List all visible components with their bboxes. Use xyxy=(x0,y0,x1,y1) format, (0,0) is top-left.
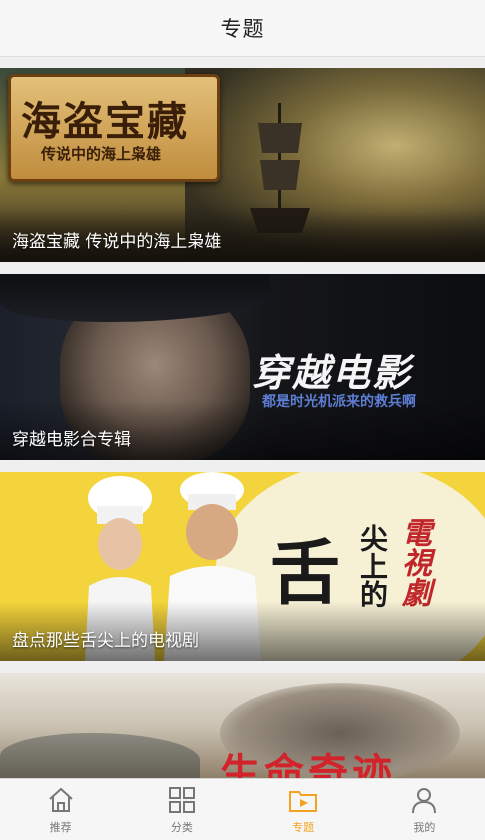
bottom-tab-bar: 推荐 分类 专题 我的 xyxy=(0,778,485,840)
art-title: 穿越电影 xyxy=(252,351,413,395)
tab-label: 专题 xyxy=(292,820,315,834)
tab-label: 我的 xyxy=(413,820,436,834)
title-scroll-banner: 海盗宝藏 传说中的海上枭雄 xyxy=(8,74,220,182)
play-folder-icon xyxy=(289,790,318,812)
tab-mine[interactable]: 我的 xyxy=(364,779,485,840)
app-root: 专题 海盗宝藏 传说中的海上枭雄 海盗宝藏 传说中的海上枭雄 穿越电影 穿越电影… xyxy=(0,0,485,840)
tab-category[interactable]: 分类 xyxy=(121,779,242,840)
card-caption: 穿越电影合专辑 xyxy=(12,430,131,450)
art-column-1: 尖上的 xyxy=(356,524,389,608)
page-title: 专题 xyxy=(220,17,265,41)
art-title: 海盗宝藏 xyxy=(21,99,189,145)
art-column-2: 電視劇 xyxy=(396,517,431,607)
art-subtitle: 传说中的海上枭雄 xyxy=(41,145,162,163)
grid-icon xyxy=(168,786,195,813)
tab-topics[interactable]: 专题 xyxy=(243,779,364,840)
home-icon xyxy=(48,787,73,812)
card-caption: 海盗宝藏 传说中的海上枭雄 xyxy=(12,232,222,252)
top-bar: 专题 xyxy=(0,0,485,57)
art-title: 生命奇迹 xyxy=(220,751,396,778)
hill-shape xyxy=(0,733,200,778)
topic-card-life-miracle[interactable]: 生命奇迹 xyxy=(0,673,485,778)
topic-card-pirate[interactable]: 海盗宝藏 传说中的海上枭雄 海盗宝藏 传说中的海上枭雄 xyxy=(0,68,485,262)
topic-feed[interactable]: 海盗宝藏 传说中的海上枭雄 海盗宝藏 传说中的海上枭雄 穿越电影 都是时光机派来… xyxy=(0,57,485,778)
tab-recommend[interactable]: 推荐 xyxy=(0,779,121,840)
topic-card-food-drama[interactable]: 舌 尖上的 電視劇 盘点那些舌尖上的电视剧 xyxy=(0,472,485,661)
user-icon xyxy=(412,787,437,813)
card-caption: 盘点那些舌尖上的电视剧 xyxy=(12,631,199,651)
tab-label: 推荐 xyxy=(49,820,72,834)
topic-card-time-travel[interactable]: 穿越电影 都是时光机派来的救兵啊 穿越电影合专辑 xyxy=(0,274,485,460)
tab-label: 分类 xyxy=(170,820,193,834)
